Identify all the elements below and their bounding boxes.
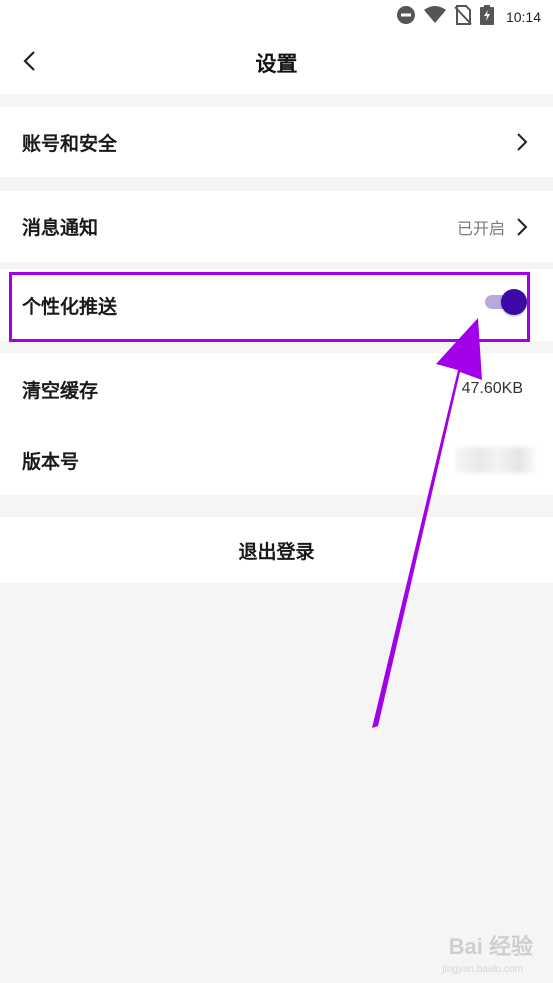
notifications-label: 消息通知 — [22, 217, 99, 239]
personalized-push-row: 个性化推送 — [0, 269, 553, 341]
chevron-right-icon — [513, 217, 531, 237]
page-title: 设置 — [255, 52, 298, 76]
logout-label: 退出登录 — [238, 540, 315, 563]
watermark-url: jingyan.baidu.com — [442, 964, 523, 975]
notifications-row[interactable]: 消息通知 已开启 — [0, 191, 553, 262]
clear-cache-row[interactable]: 清空缓存 47.60KB — [0, 353, 553, 425]
account-security-label: 账号和安全 — [22, 132, 118, 155]
watermark-logo: Bai 经验 — [448, 934, 533, 959]
no-sim-icon — [454, 5, 472, 29]
header: 设置 — [0, 34, 553, 94]
personalized-push-toggle[interactable] — [483, 287, 529, 317]
account-security-row[interactable]: 账号和安全 — [0, 107, 553, 177]
status-icons: 10:14 — [396, 5, 541, 29]
version-row: 版本号 — [0, 425, 553, 495]
logout-button[interactable]: 退出登录 — [0, 517, 553, 583]
battery-charging-icon — [479, 5, 494, 29]
clear-cache-label: 清空缓存 — [22, 379, 99, 402]
version-value-blurred — [455, 447, 535, 473]
notifications-status: 已开启 — [456, 218, 505, 238]
status-bar: 10:14 — [0, 0, 553, 34]
status-time: 10:14 — [505, 9, 541, 25]
wifi-icon — [423, 6, 446, 28]
toggle-knob — [501, 289, 527, 315]
cache-size: 47.60KB — [461, 380, 523, 397]
settings-screen: 10:14 设置 账号和安全 消息通知 已开启 个性化推送 清空缓存 47.60… — [0, 0, 553, 983]
personalized-push-label: 个性化推送 — [22, 295, 118, 318]
do-not-disturb-icon — [396, 5, 416, 29]
chevron-right-icon — [513, 132, 531, 152]
